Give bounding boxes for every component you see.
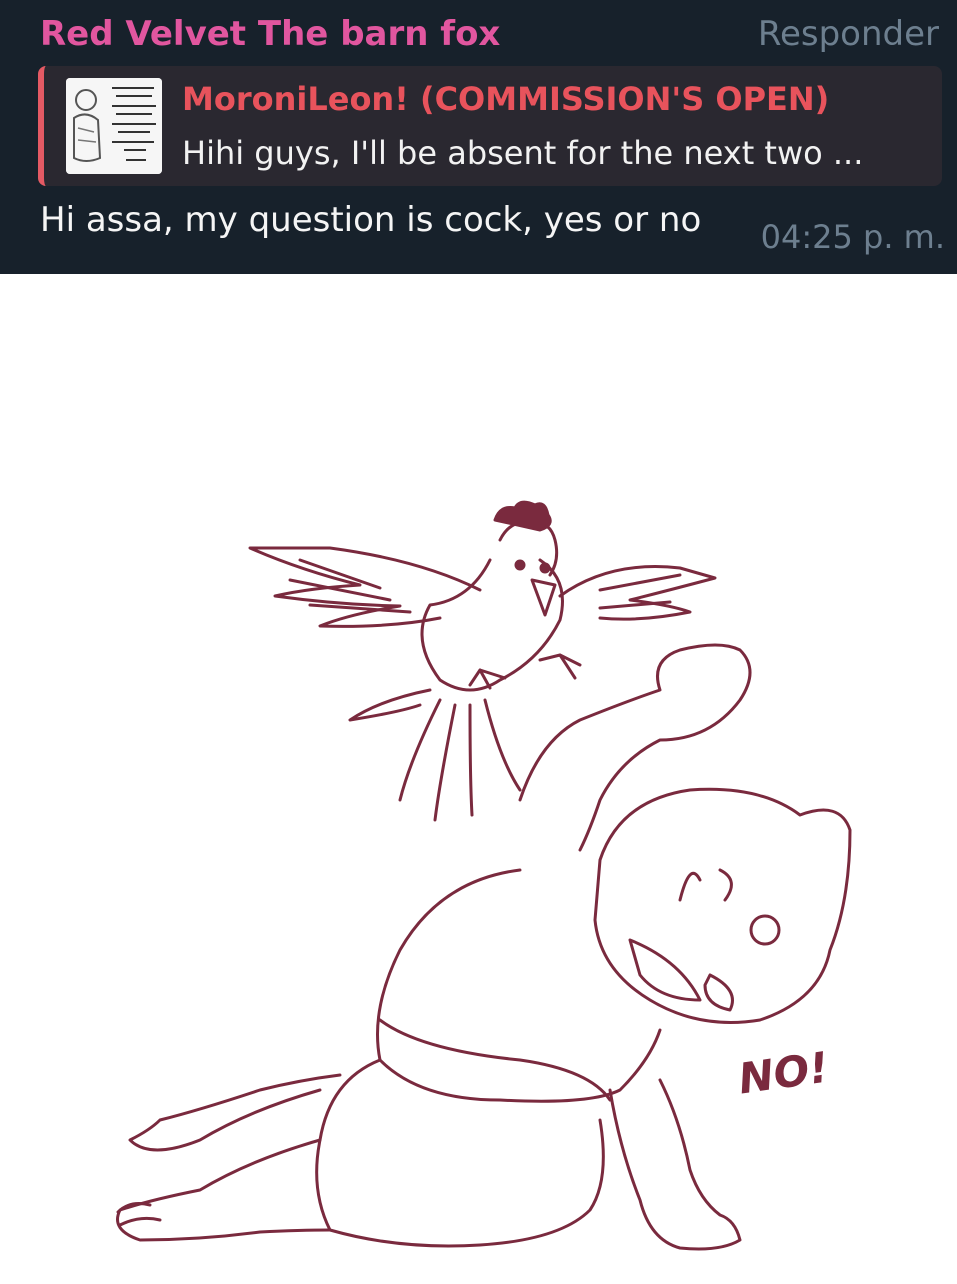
quote-author: MoroniLeon! (COMMISSION'S OPEN) — [182, 80, 830, 118]
message-timestamp: 04:25 p. m. — [760, 218, 945, 256]
quote-text: Hihi guys, I'll be absent for the next t… — [182, 134, 864, 172]
drawing-canvas: NO! — [116, 500, 852, 1251]
quote-thumbnail — [66, 78, 162, 174]
attached-drawing[interactable]: NO! — [0, 274, 957, 1280]
chat-message: Red Velvet The barn fox Responder Moroni… — [0, 0, 957, 274]
sender-name[interactable]: Red Velvet The barn fox — [40, 14, 500, 54]
reply-button[interactable]: Responder — [758, 14, 939, 54]
quoted-message[interactable]: MoroniLeon! (COMMISSION'S OPEN) Hihi guy… — [38, 66, 942, 186]
fox-drawing — [116, 643, 852, 1251]
drawing-exclamation: NO! — [735, 1043, 831, 1104]
message-text: Hi assa, my question is cock, yes or no — [40, 200, 702, 240]
rooster-drawing — [248, 500, 717, 822]
